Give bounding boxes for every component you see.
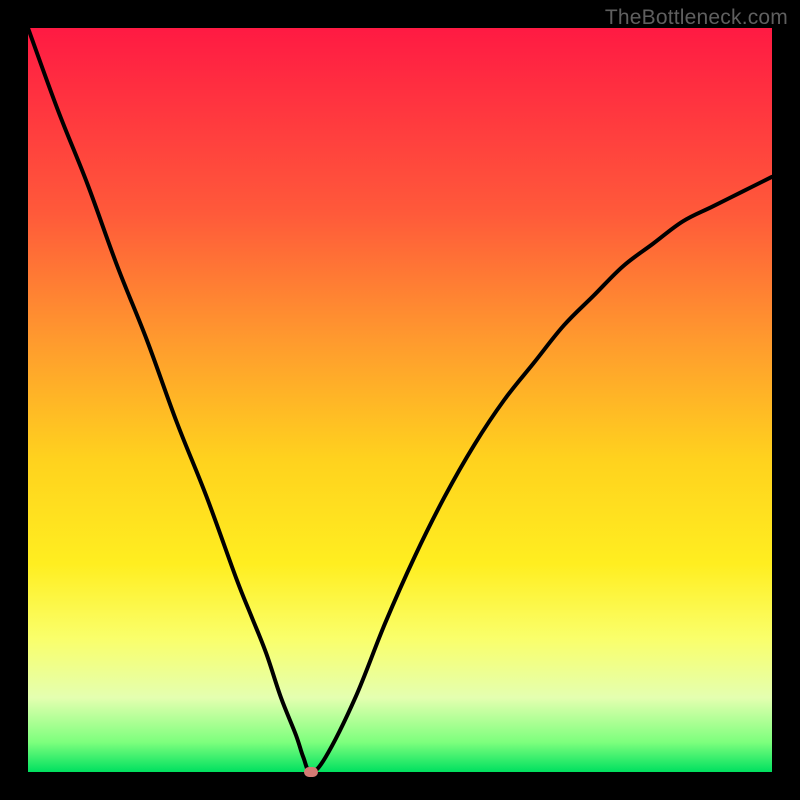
- watermark-label: TheBottleneck.com: [605, 6, 788, 30]
- chart-frame: TheBottleneck.com: [0, 0, 800, 800]
- plot-area: [28, 28, 772, 772]
- bottleneck-curve: [28, 28, 772, 772]
- optimum-marker: [304, 767, 318, 777]
